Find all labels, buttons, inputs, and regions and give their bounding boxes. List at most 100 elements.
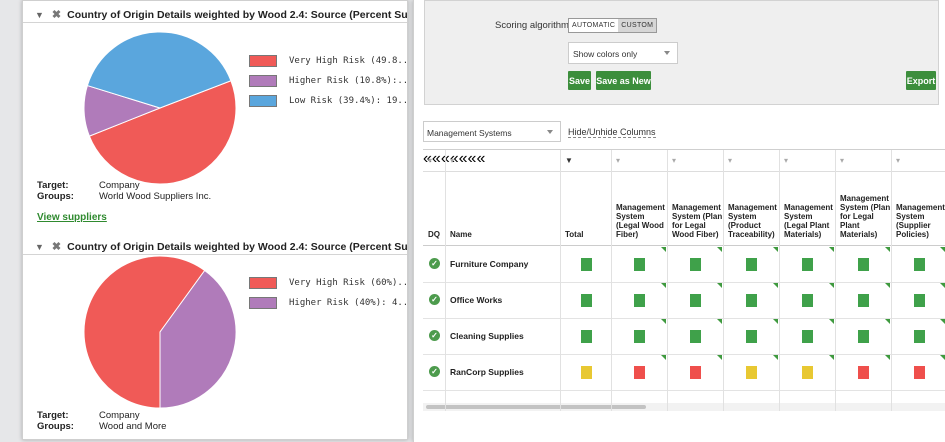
table-row[interactable]: ✓ Furniture Company xyxy=(423,247,945,283)
note-indicator xyxy=(940,355,945,360)
column-filter[interactable]: ▼ xyxy=(565,150,611,172)
data-quality-check-icon: ✓ xyxy=(429,258,440,269)
score-cell-green[interactable] xyxy=(690,294,701,307)
save-button[interactable]: Save xyxy=(568,71,591,90)
column-header[interactable]: DQ xyxy=(423,172,445,246)
legend-swatch xyxy=(249,277,277,289)
table-row[interactable]: ✓ RanCorp Supplies xyxy=(423,355,945,391)
column-filter[interactable]: ▾ xyxy=(672,150,723,172)
score-cell-green[interactable] xyxy=(913,258,925,271)
legend-item-very-high-risk[interactable]: Very High Risk (60%).. xyxy=(249,273,407,293)
score-cell-red[interactable] xyxy=(634,366,645,379)
score-cell-green[interactable] xyxy=(802,294,813,307)
collapse-chevron-icon[interactable]: ▼ xyxy=(35,10,44,20)
score-cell-green[interactable] xyxy=(746,330,757,343)
score-cell-red[interactable] xyxy=(858,366,869,379)
column-header[interactable]: Management System (Product Traceability) xyxy=(723,172,779,246)
score-cell-red[interactable] xyxy=(690,366,701,379)
score-cell-green[interactable] xyxy=(634,294,645,307)
column-filter[interactable]: ▾ xyxy=(728,150,779,172)
export-button[interactable]: Export xyxy=(906,71,936,90)
score-cell-green[interactable] xyxy=(690,258,701,271)
supplier-name[interactable]: RanCorp Supplies xyxy=(450,367,524,377)
column-divider xyxy=(723,150,724,411)
column-divider xyxy=(667,150,668,411)
supplier-name[interactable]: Office Works xyxy=(450,295,502,305)
column-header[interactable]: Name xyxy=(445,172,560,246)
column-header-label: Management System (Supplier Policies) xyxy=(896,203,945,240)
legend-item-very-high-risk[interactable]: Very High Risk (49.8.. xyxy=(249,51,408,71)
score-cell-green[interactable] xyxy=(913,294,925,307)
score-cell-yellow[interactable] xyxy=(746,366,757,379)
score-cell-yellow[interactable] xyxy=(802,366,813,379)
supplier-name[interactable]: Furniture Company xyxy=(450,259,528,269)
score-cell-green[interactable] xyxy=(802,258,813,271)
score-cell-green[interactable] xyxy=(858,294,869,307)
category-select-value: Management Systems xyxy=(427,128,512,138)
score-cell-green[interactable] xyxy=(858,330,869,343)
column-divider xyxy=(560,150,561,411)
score-cell-red[interactable] xyxy=(913,366,925,379)
column-header[interactable]: Management System (Legal Plant Materials… xyxy=(779,172,835,246)
collapse-chevron-icon[interactable]: ▼ xyxy=(35,242,44,252)
score-cell-green[interactable] xyxy=(634,258,645,271)
pie-legend: Very High Risk (60%).. Higher Risk (40%)… xyxy=(249,273,407,313)
note-indicator xyxy=(717,247,722,252)
note-indicator xyxy=(717,355,722,360)
note-indicator xyxy=(773,283,778,288)
risk-widget-1: ▼ ✖ Country of Origin Details weighted b… xyxy=(23,1,408,231)
note-indicator xyxy=(885,247,890,252)
column-header[interactable]: Total xyxy=(560,172,611,246)
supplier-name[interactable]: Cleaning Supplies xyxy=(450,331,524,341)
column-divider xyxy=(835,150,836,411)
note-indicator xyxy=(661,247,666,252)
column-filter[interactable]: ▾ xyxy=(840,150,891,172)
score-cell-green[interactable] xyxy=(746,258,757,271)
note-indicator xyxy=(717,283,722,288)
score-cell-green[interactable] xyxy=(634,330,645,343)
table-row[interactable]: ✓ Cleaning Supplies xyxy=(423,319,945,355)
hide-unhide-columns-link[interactable]: Hide/Unhide Columns xyxy=(568,128,656,138)
score-cell-green[interactable] xyxy=(580,258,592,271)
save-as-new-button[interactable]: Save as New xyxy=(596,71,651,90)
custom-toggle-option[interactable]: CUSTOM xyxy=(618,19,657,32)
data-quality-check-icon: ✓ xyxy=(429,330,440,341)
legend-item-higher-risk[interactable]: Higher Risk (40%): 4.. xyxy=(249,293,407,313)
column-filter[interactable]: ▾ xyxy=(428,150,445,172)
horizontal-scrollbar[interactable] xyxy=(423,403,945,411)
score-cell-green[interactable] xyxy=(580,294,592,307)
column-filter[interactable]: ▾ xyxy=(896,150,945,172)
legend-item-low-risk[interactable]: Low Risk (39.4%): 19.. xyxy=(249,91,407,111)
column-filter[interactable]: ▾ xyxy=(616,150,667,172)
column-header[interactable]: Management System (Plan for Legal Wood F… xyxy=(667,172,723,246)
close-icon[interactable]: ✖ xyxy=(52,8,61,21)
table-header-row: DQ Name Total Management System (Legal Wood… xyxy=(423,172,945,246)
note-indicator xyxy=(885,283,890,288)
score-cell-green[interactable] xyxy=(913,330,925,343)
color-mode-select[interactable]: Show colors only xyxy=(568,42,678,64)
table-row[interactable]: ✓ Office Works xyxy=(423,283,945,319)
widget-2-meta: Target: Company Groups: Wood and More xyxy=(37,410,166,432)
score-cell-green[interactable] xyxy=(580,330,592,343)
column-filter[interactable]: ▾ xyxy=(784,150,835,172)
risk-pie-chart xyxy=(83,31,237,185)
score-cell-green[interactable] xyxy=(690,330,701,343)
automatic-toggle-option[interactable]: AUTOMATIC xyxy=(569,19,619,32)
column-header-label: Management System (Product Traceability) xyxy=(728,203,777,240)
column-header[interactable]: Management System (Supplier Policies) xyxy=(891,172,945,246)
close-icon[interactable]: ✖ xyxy=(52,240,61,253)
column-header[interactable]: Management System (Legal Wood Fiber) xyxy=(611,172,667,246)
target-value: Company xyxy=(99,180,140,191)
score-cell-green[interactable] xyxy=(802,330,813,343)
note-indicator xyxy=(717,319,722,324)
category-select[interactable]: Management Systems xyxy=(423,121,561,142)
view-suppliers-link[interactable]: View suppliers xyxy=(37,212,107,223)
score-cell-green[interactable] xyxy=(858,258,869,271)
scrollbar-thumb[interactable] xyxy=(426,405,646,409)
score-cell-green[interactable] xyxy=(746,294,757,307)
column-header[interactable]: Management System (Plan for Legal Plant … xyxy=(835,172,891,246)
legend-item-higher-risk[interactable]: Higher Risk (10.8%):.. xyxy=(249,71,407,91)
legend-label: Very High Risk (49.8.. xyxy=(289,56,408,66)
score-cell-yellow[interactable] xyxy=(580,366,592,379)
column-filter[interactable]: ▾ xyxy=(450,150,560,172)
